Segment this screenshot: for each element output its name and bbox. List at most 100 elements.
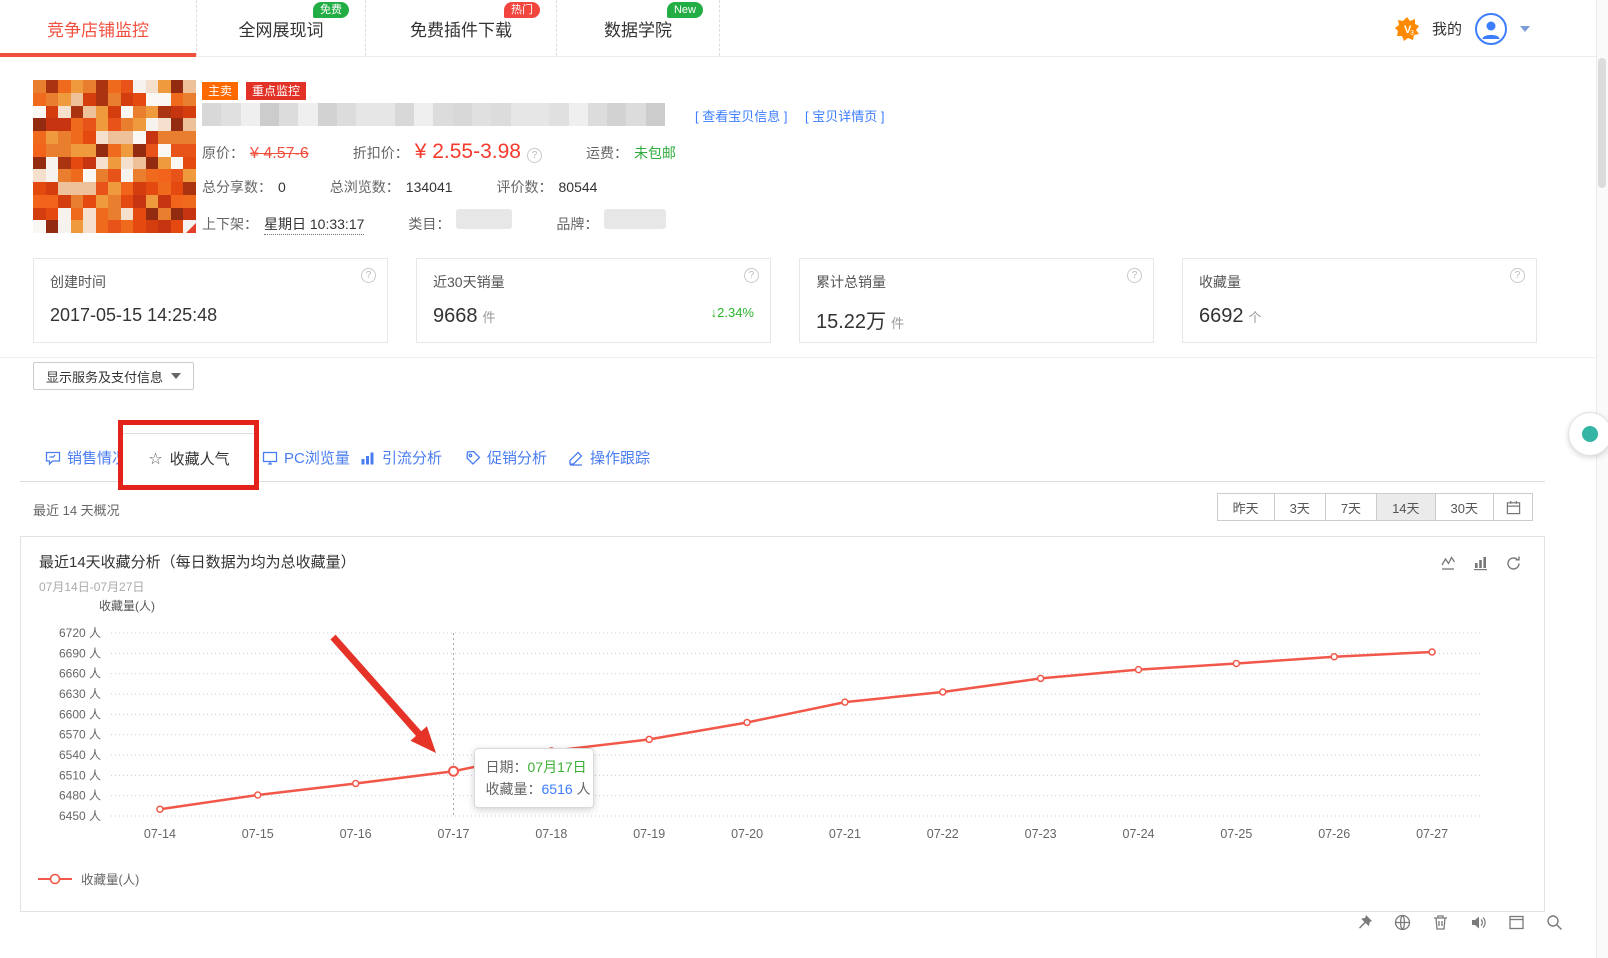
range-yesterday[interactable]: 昨天 — [1216, 493, 1275, 521]
mosaic-block — [133, 92, 146, 106]
mosaic-block — [183, 169, 196, 182]
mosaic-block — [158, 169, 171, 182]
data-point[interactable] — [743, 718, 751, 727]
mosaic-block — [45, 194, 59, 208]
mosaic-block — [120, 194, 134, 208]
data-point[interactable] — [156, 805, 164, 813]
mosaic-block — [145, 92, 159, 106]
mosaic-block — [58, 169, 71, 182]
chart-legend[interactable]: 收藏量(人) — [37, 869, 139, 888]
mosaic-block — [70, 105, 84, 119]
data-point[interactable] — [448, 765, 459, 777]
data-point[interactable] — [1428, 648, 1436, 656]
tab-promo-analysis[interactable]: 促销分析 — [465, 447, 547, 468]
tab-traffic-analysis[interactable]: 引流分析 — [360, 447, 442, 468]
mosaic-block — [337, 103, 357, 126]
person-icon — [1482, 21, 1500, 39]
mosaic-block — [83, 80, 96, 93]
mosaic-block — [183, 92, 196, 106]
pin-icon[interactable] — [1356, 914, 1373, 931]
range-14d[interactable]: 14天 — [1376, 493, 1436, 521]
mosaic-block — [133, 118, 146, 131]
series-line — [159, 650, 1433, 811]
card-title: 近30天销量 — [433, 274, 505, 290]
product-image[interactable] — [33, 80, 196, 233]
scrollbar-thumb[interactable] — [1598, 58, 1606, 188]
data-point[interactable] — [1134, 665, 1143, 674]
y-tick-label: 6600 人 — [59, 707, 101, 721]
mosaic-block — [170, 80, 184, 93]
data-point[interactable] — [645, 735, 653, 744]
nav-tab-keywords[interactable]: 全网展现词 免费 — [197, 0, 366, 56]
tab-sales[interactable]: 销售情况 — [45, 447, 127, 468]
window-icon[interactable] — [1508, 914, 1525, 931]
mosaic-block — [45, 131, 59, 144]
vertical-scrollbar[interactable] — [1596, 0, 1608, 958]
mosaic-block — [170, 131, 184, 144]
trash-icon[interactable] — [1432, 914, 1449, 931]
my-account-label[interactable]: 我的 — [1432, 18, 1462, 39]
card-value-number: 9668 — [433, 305, 478, 327]
x-tick-label: 07-23 — [1025, 827, 1057, 841]
help-icon[interactable]: ? — [744, 268, 759, 283]
tab-pc-views[interactable]: PC浏览量 — [262, 447, 350, 468]
data-point[interactable] — [939, 688, 947, 696]
y-tick-label: 6570 人 — [59, 728, 101, 742]
nav-tab-shop-monitor[interactable]: 竞争店铺监控 — [0, 0, 197, 57]
view-count: 总浏览数： 134041 — [330, 177, 453, 197]
item-detail-page-link[interactable]: [ 宝贝详情页 ] — [805, 106, 884, 125]
tab-favorites-active[interactable]: ☆ 收藏人气 — [120, 433, 258, 483]
mosaic-block — [145, 143, 159, 157]
help-icon[interactable]: ? — [526, 148, 542, 163]
browser-icon[interactable] — [1394, 914, 1411, 931]
mosaic-block — [120, 220, 134, 233]
speaker-icon[interactable] — [1470, 914, 1487, 931]
chevron-down-icon[interactable] — [1520, 25, 1530, 32]
card-total-sales: 累计总销量 15.22万件 ? — [799, 258, 1154, 343]
nav-right: V 3 我的 — [1394, 0, 1530, 57]
user-avatar[interactable] — [1475, 12, 1507, 45]
view-item-info-link[interactable]: [ 查看宝贝信息 ] — [695, 106, 787, 125]
calendar-icon — [1506, 500, 1520, 514]
range-7d[interactable]: 7天 — [1324, 493, 1378, 521]
help-icon[interactable]: ? — [1510, 268, 1525, 283]
data-point[interactable] — [254, 791, 262, 799]
show-service-payment-button[interactable]: 显示服务及支付信息 — [33, 362, 195, 390]
mosaic-block — [183, 194, 196, 208]
help-icon[interactable]: ? — [361, 268, 376, 283]
mosaic-block — [170, 143, 184, 157]
tab-label: 收藏人气 — [169, 451, 230, 468]
mosaic-block — [120, 105, 134, 119]
chat-icon — [45, 451, 61, 466]
hot-badge: 热门 — [504, 2, 540, 18]
mosaic-block — [158, 143, 171, 157]
data-point[interactable] — [1232, 659, 1241, 668]
card-value-number: 6692 — [1199, 305, 1244, 327]
mosaic-block — [33, 220, 46, 233]
mosaic-block — [607, 103, 627, 126]
data-point[interactable] — [1330, 652, 1338, 661]
date-range-group: 昨天 3天 7天 14天 30天 — [1216, 493, 1533, 521]
nav-tab-plugin-download[interactable]: 免费插件下载 热门 — [366, 0, 557, 56]
mosaic-block — [133, 131, 146, 144]
nav-tab-academy[interactable]: 数据学院 New — [557, 0, 720, 56]
data-point[interactable] — [351, 779, 360, 788]
y-tick-label: 6540 人 — [59, 748, 101, 762]
mosaic-block — [58, 118, 71, 131]
mosaic-block — [108, 80, 121, 93]
view-count-value: 134041 — [405, 179, 453, 195]
product-title-blurred — [202, 103, 665, 126]
mosaic-block — [158, 118, 171, 131]
search-icon[interactable] — [1546, 914, 1563, 931]
range-3d[interactable]: 3天 — [1273, 493, 1326, 521]
help-icon[interactable]: ? — [1127, 268, 1142, 283]
floating-widget[interactable] — [1568, 412, 1608, 456]
calendar-button[interactable] — [1493, 493, 1533, 521]
data-point[interactable] — [1036, 674, 1045, 683]
mosaic-block — [587, 103, 608, 126]
data-point[interactable] — [841, 698, 849, 706]
range-30d[interactable]: 30天 — [1434, 493, 1494, 521]
mosaic-block — [45, 182, 59, 195]
mosaic-block — [133, 143, 146, 157]
tab-action-tracking[interactable]: 操作跟踪 — [568, 447, 650, 468]
